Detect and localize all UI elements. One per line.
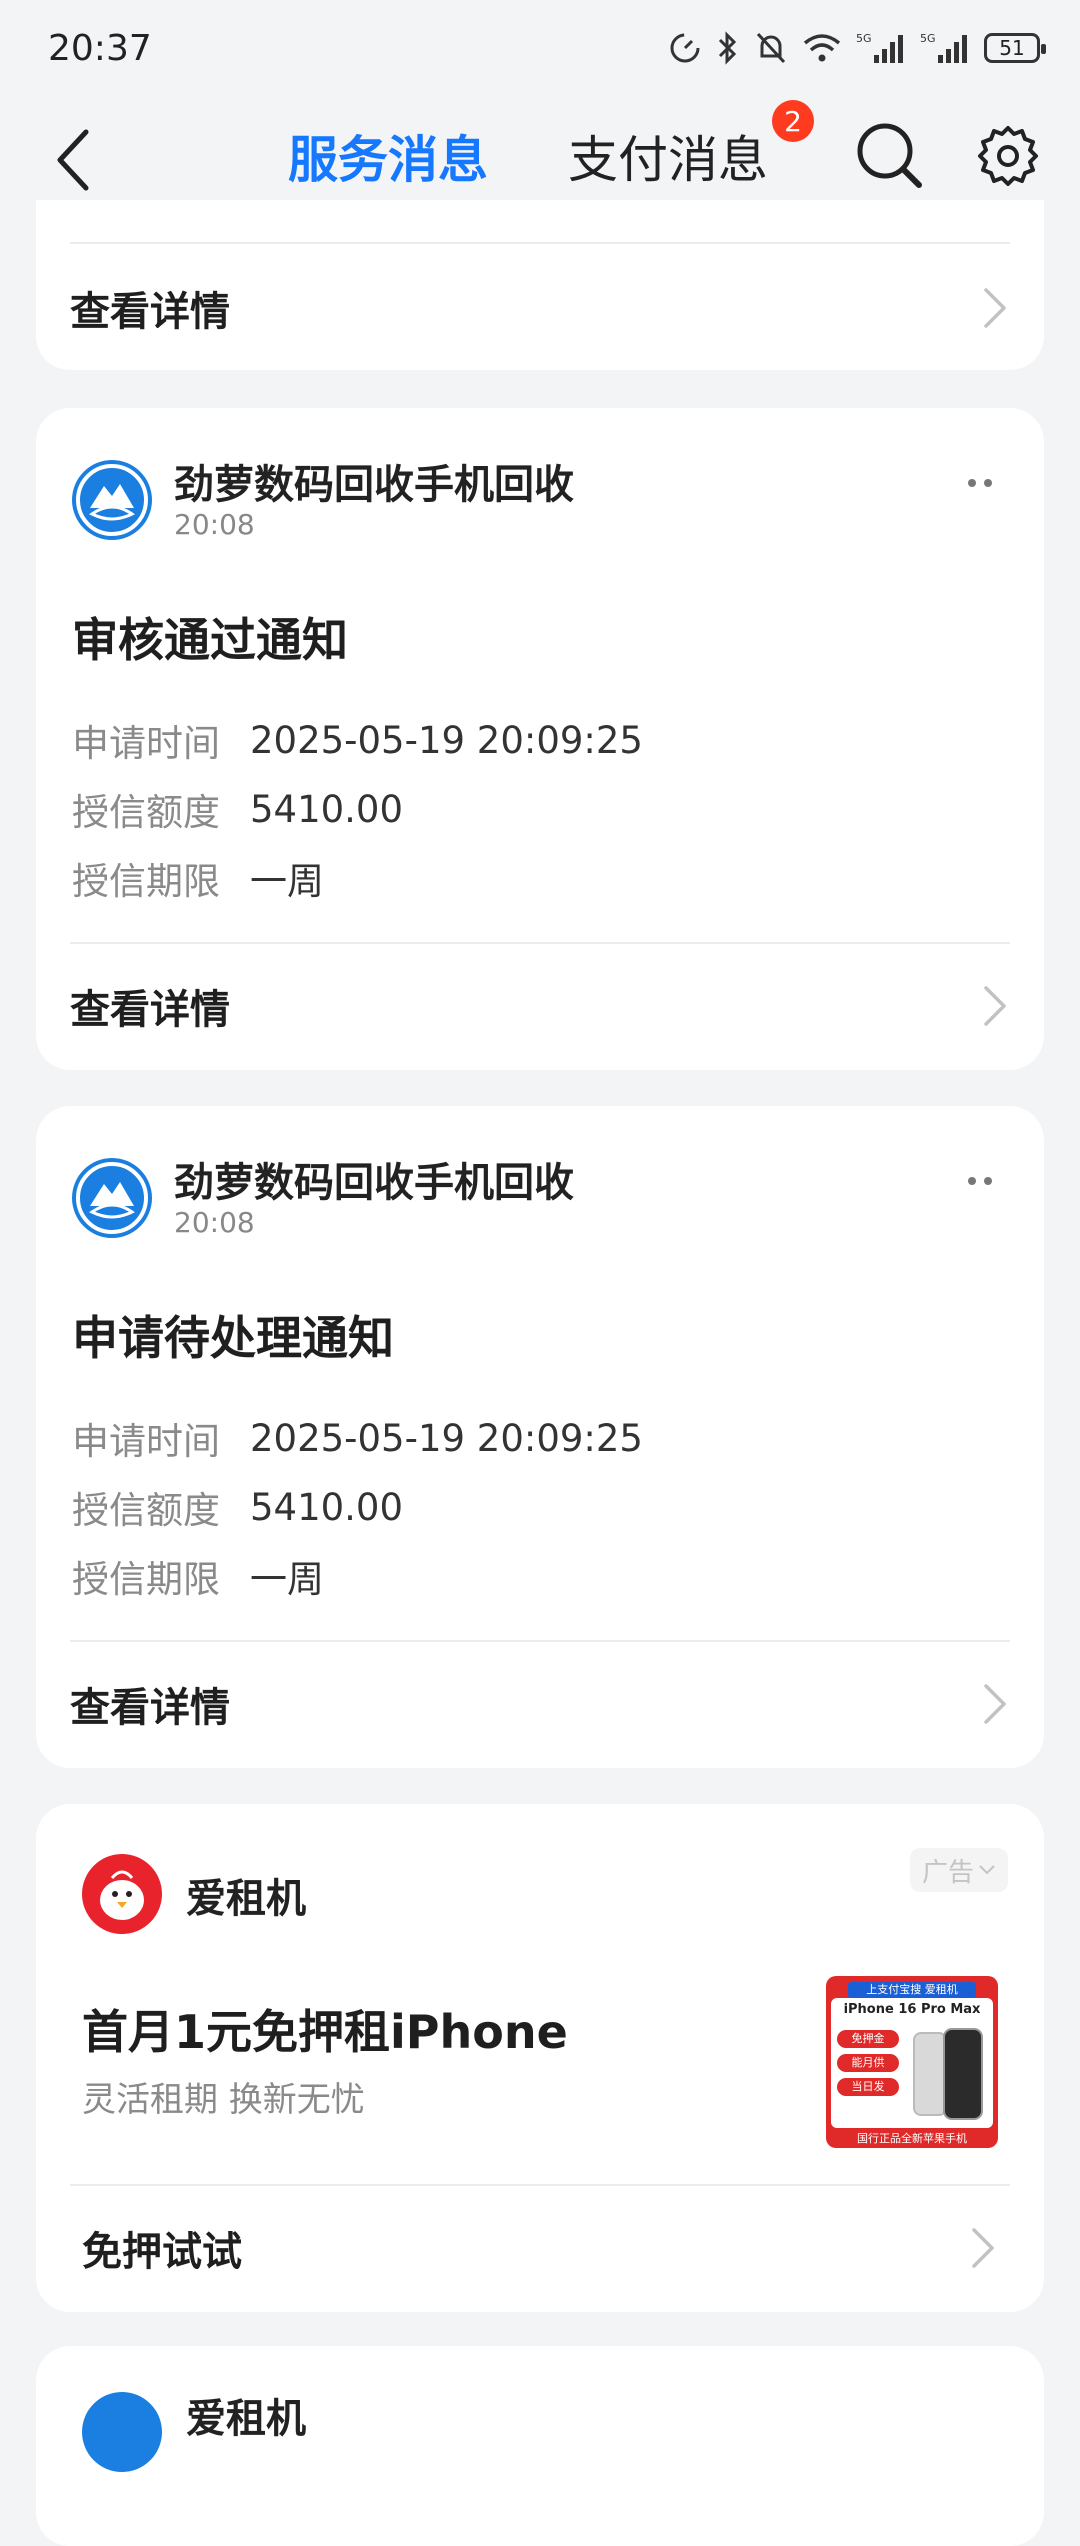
notice-title: 申请待处理通知	[72, 1311, 394, 1365]
chevron-right-icon	[984, 1684, 1006, 1724]
ad-image-badge: 能月供	[837, 2054, 899, 2072]
view-details-label: 查看详情	[70, 1685, 230, 1731]
ad-image-badges: 免押金 能月供 当日发	[837, 2030, 899, 2096]
view-details-label: 查看详情	[70, 987, 230, 1033]
chevron-right-icon	[984, 288, 1006, 328]
battery-indicator: 51	[984, 33, 1046, 63]
info-value: 5410.00	[250, 787, 404, 831]
card-divider	[70, 1640, 1010, 1642]
ad-image-model: iPhone 16 Pro Max	[843, 2002, 981, 2017]
merchant-name[interactable]: 劲萝数码回收手机回收	[174, 452, 574, 510]
card-divider	[70, 242, 1010, 244]
merchant-name[interactable]: 劲萝数码回收手机回收	[174, 1150, 574, 1208]
svg-text:5G: 5G	[856, 32, 872, 45]
ad-image-header: 上支付宝搜 爱租机	[848, 1982, 976, 1998]
info-row-apply-time: 申请时间 2025-05-19 20:09:25	[72, 710, 643, 770]
card-divider	[70, 2184, 1010, 2186]
message-time: 20:08	[174, 1206, 255, 1239]
info-label: 授信期限	[72, 1558, 220, 1601]
ad-title: 首月1元免押租iPhone	[82, 2005, 568, 2059]
ad-label: 广告	[921, 1857, 974, 1888]
info-value: 一周	[250, 860, 324, 903]
bluetooth-icon	[718, 31, 737, 65]
status-icons: 5G 5G 51	[668, 30, 1046, 66]
more-dot	[984, 479, 992, 487]
more-options-button[interactable]	[950, 1166, 1010, 1196]
ad-card[interactable]: 爱租机 广告 首月1元免押租iPhone 灵活租期 换新无忧 上支付宝搜 爱租机…	[36, 1804, 1044, 2312]
info-label: 申请时间	[72, 1420, 220, 1463]
ad-logo	[82, 1854, 162, 1934]
info-row-credit-term: 授信期限 一周	[72, 848, 324, 908]
chevron-right-icon	[984, 986, 1006, 1026]
more-dots-icon	[968, 479, 976, 487]
merchant-logo	[72, 1158, 152, 1238]
chevron-right-icon	[972, 2228, 994, 2268]
more-dot	[984, 1177, 992, 1185]
ad-label-button[interactable]: 广告	[910, 1848, 1008, 1892]
view-details-row[interactable]: 查看详情	[70, 946, 1010, 1066]
speed-icon	[670, 33, 700, 63]
info-value: 2025-05-19 20:09:25	[250, 1416, 643, 1460]
ad-action-row[interactable]: 免押试试	[82, 2188, 998, 2308]
info-row-credit-term: 授信期限 一周	[72, 1546, 324, 1606]
view-details-row[interactable]: 查看详情	[70, 248, 1010, 368]
info-row-credit-amount: 授信额度 5410.00	[72, 779, 403, 839]
info-label: 授信额度	[72, 1489, 220, 1532]
ad-image-badge: 当日发	[837, 2078, 899, 2096]
more-dots-icon	[968, 1177, 976, 1185]
ad-advertiser-name[interactable]: 爱租机	[186, 1866, 306, 1924]
info-value: 2025-05-19 20:09:25	[250, 718, 643, 762]
status-bar: 20:37 5G 5G 51	[0, 0, 1080, 100]
message-card: 劲萝数码回收手机回收 20:08 审核通过通知 申请时间 2025-05-19 …	[36, 408, 1044, 1070]
more-options-button[interactable]	[950, 468, 1010, 498]
message-time: 20:08	[174, 508, 255, 541]
back-button[interactable]	[44, 120, 104, 200]
settings-button[interactable]	[968, 118, 1048, 194]
ad-action-label: 免押试试	[82, 2229, 242, 2275]
merchant-name[interactable]: 爱租机	[186, 2386, 306, 2444]
mute-icon	[756, 32, 786, 64]
ad-image-footer: 国行正品全新苹果手机	[857, 2132, 967, 2145]
unread-badge: 2	[772, 100, 814, 142]
signal-5g-icon: 5G	[856, 32, 903, 63]
ad-product-image[interactable]: 上支付宝搜 爱租机 iPhone 16 Pro Max 免押金 能月供 当日发 …	[826, 1976, 998, 2148]
merchant-logo	[72, 460, 152, 540]
info-row-apply-time: 申请时间 2025-05-19 20:09:25	[72, 1408, 643, 1468]
message-card-partial: 查看详情	[36, 200, 1044, 370]
card-divider	[70, 942, 1010, 944]
tab-service-messages[interactable]: 服务消息	[288, 120, 488, 200]
phone-graphic	[913, 2032, 947, 2116]
ad-subtitle: 灵活租期 换新无忧	[82, 2080, 365, 2120]
info-row-credit-amount: 授信额度 5410.00	[72, 1477, 403, 1537]
view-details-label: 查看详情	[70, 289, 230, 335]
ad-image-badge: 免押金	[837, 2030, 899, 2048]
info-label: 授信期限	[72, 860, 220, 903]
info-label: 授信额度	[72, 791, 220, 834]
battery-level: 51	[999, 36, 1025, 60]
tab-payment-messages[interactable]: 支付消息	[568, 120, 768, 200]
info-value: 5410.00	[250, 1485, 404, 1529]
info-value: 一周	[250, 1558, 324, 1601]
merchant-logo	[82, 2392, 162, 2472]
info-label: 申请时间	[72, 722, 220, 765]
search-icon	[857, 123, 922, 188]
status-time: 20:37	[48, 28, 152, 69]
gear-icon	[978, 126, 1038, 186]
view-details-row[interactable]: 查看详情	[70, 1644, 1010, 1764]
wifi-icon	[803, 34, 841, 62]
message-card: 劲萝数码回收手机回收 20:08 申请待处理通知 申请时间 2025-05-19…	[36, 1106, 1044, 1768]
back-arrow-icon	[57, 129, 89, 191]
signal-5g-icon: 5G	[920, 32, 967, 63]
notice-title: 审核通过通知	[72, 613, 348, 667]
chevron-down-icon	[979, 1865, 995, 1875]
search-button[interactable]	[852, 118, 928, 194]
phone-graphic	[943, 2028, 983, 2120]
ad-image-panel: iPhone 16 Pro Max 免押金 能月供 当日发	[831, 1998, 993, 2128]
svg-text:5G: 5G	[920, 32, 936, 45]
message-card-partial: 爱租机	[36, 2346, 1044, 2546]
